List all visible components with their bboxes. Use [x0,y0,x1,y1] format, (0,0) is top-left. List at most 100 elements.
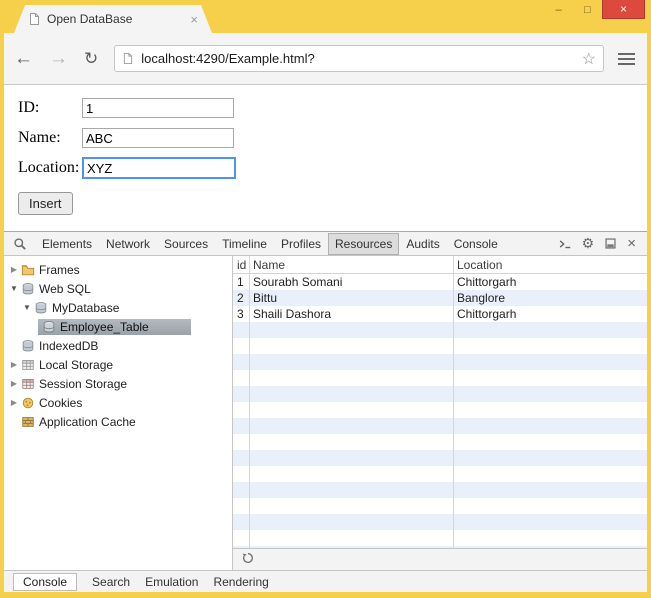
bottom-tab-search[interactable]: Search [92,575,130,589]
sidebar-item-employee-table[interactable]: Employee_Table [4,317,232,336]
close-button[interactable]: × [602,0,645,19]
table-row[interactable]: 1 Sourabh Somani Chittorgarh [233,274,647,290]
refresh-table-icon[interactable] [242,551,254,569]
grid-column-header-location[interactable]: Location [453,258,647,272]
form-row: ID: [18,93,647,123]
cell-name: Shaili Dashora [253,307,332,321]
sidebar-item-label: Web SQL [39,281,91,296]
cookie-icon [20,396,36,410]
devtools-bottom-bar: Console Search Emulation Rendering [4,570,647,592]
chevron-down-icon[interactable]: ▼ [8,284,20,293]
cell-name: Bittu [253,291,278,305]
data-grid-panel: id Name Location 1 Sourabh Somani Chitto… [233,256,647,570]
console-drawer-icon[interactable] [553,237,577,251]
forward-icon[interactable]: → [49,49,68,68]
application-cache-icon [20,415,36,429]
sidebar-item-label: Session Storage [39,376,128,391]
devtools-tab-audits[interactable]: Audits [399,233,446,255]
devtools-toolbar: Elements Network Sources Timeline Profil… [4,232,647,256]
grid-body: 1 Sourabh Somani Chittorgarh 2 Bittu Ban… [233,274,647,548]
page-content: ID: Name: Location: Insert [4,85,647,231]
address-bar[interactable]: localhost:4290/Example.html? ☆ [114,45,604,72]
devtools-close-icon[interactable]: × [622,235,641,252]
sidebar-item-indexeddb[interactable]: IndexedDB [4,336,232,355]
devtools-tab-resources[interactable]: Resources [328,232,400,255]
sidebar-item-session-storage[interactable]: ▶ Session Storage [4,374,232,393]
cell-location: Chittorgarh [457,275,517,289]
database-icon [20,282,36,296]
devtools-tab-elements[interactable]: Elements [35,233,99,255]
gear-icon[interactable]: ⚙ [577,235,600,252]
cell-location: Banglore [457,291,506,305]
insert-button[interactable]: Insert [18,192,73,215]
chevron-right-icon[interactable]: ▶ [8,398,20,407]
sidebar-item-local-storage[interactable]: ▶ Local Storage [4,355,232,374]
tab-close-icon[interactable]: × [190,12,198,27]
sidebar-item-application-cache[interactable]: Application Cache [4,412,232,431]
cell-id: 2 [237,291,244,305]
browser-tab[interactable]: Open DataBase × [14,5,212,33]
table-row[interactable]: 2 Bittu Banglore [233,290,647,306]
sidebar-item-frames[interactable]: ▶ Frames [4,260,232,279]
inspect-magnifier-icon[interactable] [4,237,35,251]
refresh-icon[interactable]: ↻ [84,50,98,67]
titlebar: Open DataBase × – □ × [4,0,647,33]
bottom-tab-rendering[interactable]: Rendering [213,575,268,589]
devtools-panel: Elements Network Sources Timeline Profil… [4,231,647,592]
browser-window: Open DataBase × – □ × ← → ↻ localhost:42… [0,0,651,598]
grid-column-header-id[interactable]: id [233,258,249,272]
bottom-tab-console[interactable]: Console [13,572,78,591]
column-divider[interactable] [453,256,454,548]
database-icon [33,301,49,315]
window-controls: – □ × [544,0,645,19]
browser-toolbar: ← → ↻ localhost:4290/Example.html? ☆ [4,33,647,85]
location-label: Location: [18,159,80,176]
devtools-tab-timeline[interactable]: Timeline [215,233,274,255]
form-row: Name: [18,123,647,153]
sidebar-item-label: Application Cache [39,414,136,429]
maximize-button[interactable]: □ [573,0,602,19]
devtools-tab-network[interactable]: Network [99,233,157,255]
name-field[interactable] [82,128,234,148]
bottom-tab-emulation[interactable]: Emulation [145,575,198,589]
table-icon [41,320,57,334]
back-icon[interactable]: ← [14,49,33,68]
cell-name: Sourabh Somani [253,275,343,289]
sidebar-item-label: MyDatabase [52,300,120,315]
column-divider[interactable] [249,256,250,548]
table-row[interactable]: 3 Shaili Dashora Chittorgarh [233,306,647,322]
chevron-down-icon[interactable]: ▼ [21,303,33,312]
cell-id: 1 [237,275,244,289]
devtools-tab-profiles[interactable]: Profiles [274,233,328,255]
sidebar-item-mydatabase[interactable]: ▼ MyDatabase [4,298,232,317]
chevron-right-icon[interactable]: ▶ [8,379,20,388]
sidebar-item-label: Frames [39,262,80,277]
sidebar-item-label: Local Storage [39,357,114,372]
chevron-right-icon[interactable]: ▶ [8,360,20,369]
grid-header: id Name Location [233,256,647,274]
devtools-tab-console[interactable]: Console [447,233,505,255]
devtools-body: ▶ Frames ▼ Web SQL ▼ MyDatabase Employee… [4,256,647,570]
devtools-toolbar-right: ⚙ × [553,235,647,252]
selected-tree-item[interactable]: Employee_Table [38,318,191,335]
sidebar-item-cookies[interactable]: ▶ Cookies [4,393,232,412]
devtools-tab-sources[interactable]: Sources [157,233,215,255]
database-icon [20,339,36,353]
url-text[interactable]: localhost:4290/Example.html? [141,51,581,66]
storage-grid-icon [20,377,36,391]
cell-id: 3 [237,307,244,321]
storage-grid-icon [20,358,36,372]
dock-icon[interactable] [599,237,622,250]
menu-icon[interactable] [616,49,637,69]
grid-column-header-name[interactable]: Name [249,258,453,272]
minimize-button[interactable]: – [544,0,573,19]
sidebar-item-label: Cookies [39,395,83,410]
location-field[interactable] [82,157,236,179]
tab-title: Open DataBase [47,12,133,26]
id-label: ID: [18,99,40,116]
bookmark-star-icon[interactable]: ☆ [582,49,596,69]
chevron-right-icon[interactable]: ▶ [8,265,20,274]
page-icon[interactable] [122,52,134,65]
id-field[interactable] [82,98,234,118]
sidebar-item-web-sql[interactable]: ▼ Web SQL [4,279,232,298]
